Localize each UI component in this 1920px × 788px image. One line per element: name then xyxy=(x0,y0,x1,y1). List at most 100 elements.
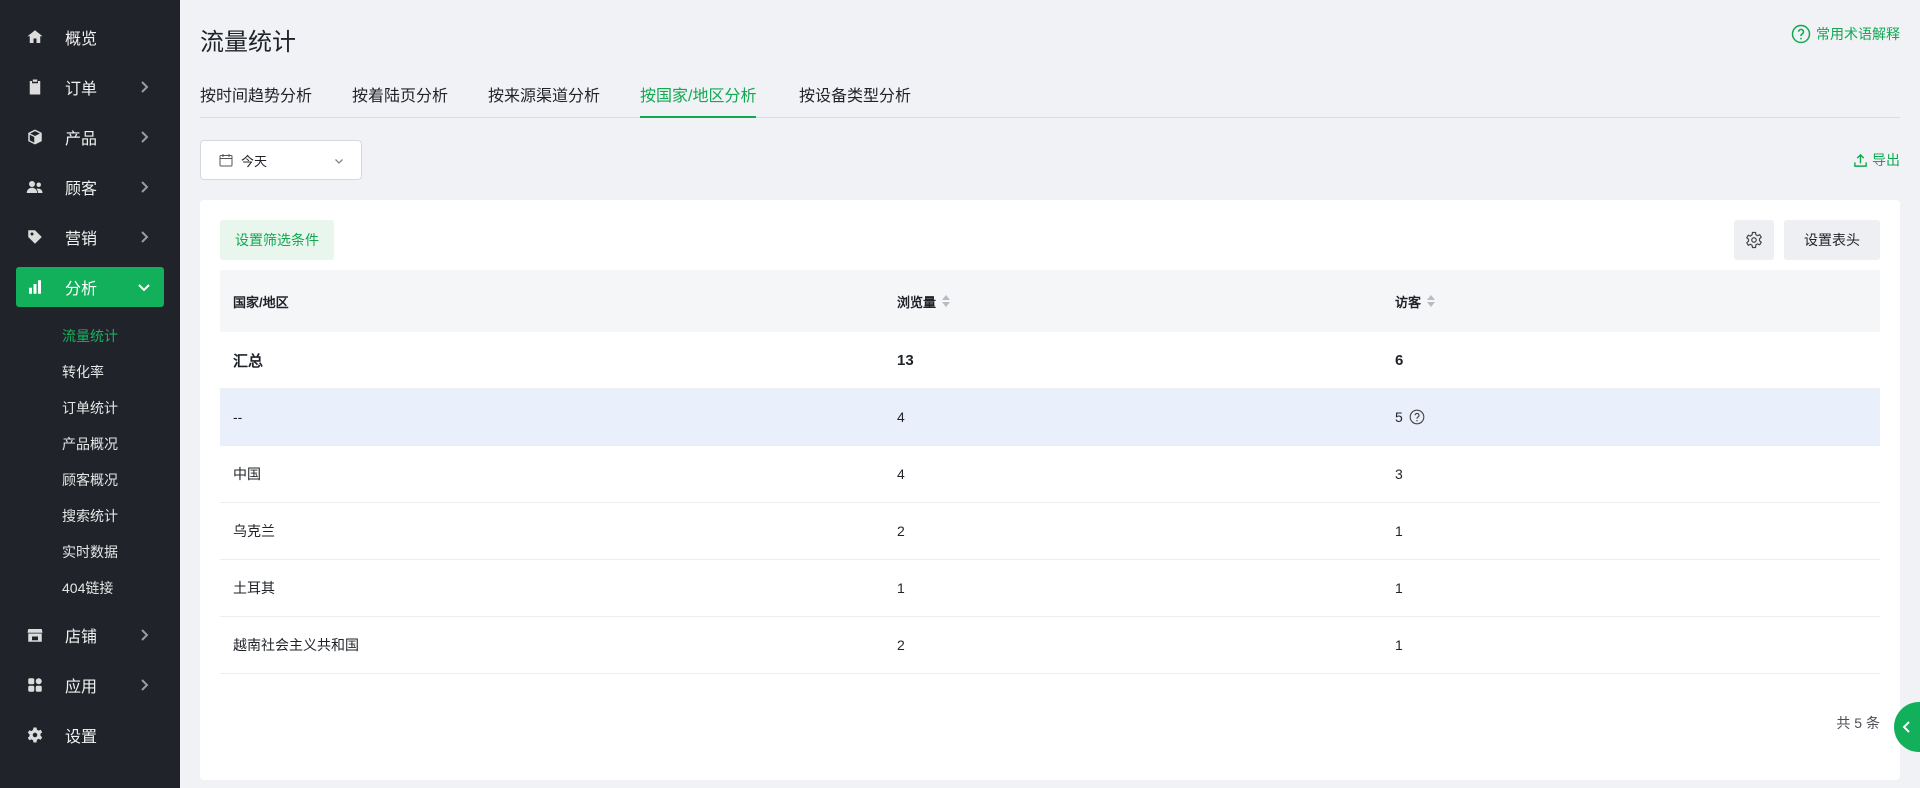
chevron-right-icon xyxy=(136,229,152,245)
table-header: 国家/地区 浏览量 访客 xyxy=(220,270,1880,332)
export-button[interactable]: 导出 xyxy=(1853,150,1900,170)
cell-views: 13 xyxy=(897,351,914,369)
tab-time-trend[interactable]: 按时间趋势分析 xyxy=(200,82,312,118)
chevron-right-icon xyxy=(136,179,152,195)
sidebar-subitem-404-links[interactable]: 404链接 xyxy=(62,578,113,598)
cell-country: 中国 xyxy=(233,466,261,482)
store-icon xyxy=(26,626,44,644)
cell-country: 土耳其 xyxy=(233,580,275,596)
sidebar-item-apps[interactable]: 应用 xyxy=(16,665,164,705)
cell-country: 乌克兰 xyxy=(233,523,275,539)
sidebar-item-orders[interactable]: 订单 xyxy=(16,67,164,107)
main-content: 流量统计 常用术语解释 按时间趋势分析 按着陆页分析 按来源渠道分析 按国家/地… xyxy=(180,0,1920,788)
clipboard-icon xyxy=(26,78,44,96)
sidebar-item-customers[interactable]: 顾客 xyxy=(16,167,164,207)
sort-icon[interactable] xyxy=(942,295,951,307)
chevron-down-icon xyxy=(136,279,152,295)
sidebar-subitem-search-stats[interactable]: 搜索统计 xyxy=(62,506,118,526)
cell-country: -- xyxy=(233,409,243,425)
apps-icon xyxy=(26,676,44,694)
sidebar-item-marketing[interactable]: 营销 xyxy=(16,217,164,257)
sort-icon[interactable] xyxy=(1427,295,1436,307)
date-range-select[interactable]: 今天 xyxy=(200,140,362,180)
table-row: 土耳其 1 1 xyxy=(220,560,1880,617)
tab-device-type[interactable]: 按设备类型分析 xyxy=(799,82,911,118)
sidebar-subitem-product-overview[interactable]: 产品概况 xyxy=(62,434,118,454)
users-icon xyxy=(26,178,44,196)
cell-visitors-value: 5 xyxy=(1395,409,1403,425)
chevron-down-icon xyxy=(335,159,343,164)
sidebar-subitem-customer-overview[interactable]: 顾客概况 xyxy=(62,470,118,490)
cell-views: 1 xyxy=(897,580,905,596)
data-card: 设置筛选条件 设置表头 国家/地区 浏览量 访客 汇总 13 6 -- 4 5 … xyxy=(200,200,1900,780)
cell-country: 越南社会主义共和国 xyxy=(233,637,359,653)
sidebar-item-label: 设置 xyxy=(65,729,98,746)
table-row: -- 4 5 xyxy=(220,389,1880,446)
upload-icon xyxy=(1854,153,1867,167)
cell-views: 4 xyxy=(897,466,905,482)
glossary-link[interactable]: 常用术语解释 xyxy=(1791,24,1900,44)
tag-icon xyxy=(26,228,44,246)
sidebar-item-label: 产品 xyxy=(65,131,98,148)
sidebar-subitem-conversion[interactable]: 转化率 xyxy=(62,362,104,382)
cell-country: 汇总 xyxy=(233,352,264,370)
sidebar-item-settings[interactable]: 设置 xyxy=(16,715,164,755)
gear-icon xyxy=(1746,231,1762,249)
table-row: 中国 4 3 xyxy=(220,446,1880,503)
question-circle-icon xyxy=(1791,24,1811,44)
set-table-header-button[interactable]: 设置表头 xyxy=(1784,220,1880,260)
tab-landing-page[interactable]: 按着陆页分析 xyxy=(352,82,448,118)
cell-visitors: 1 xyxy=(1395,580,1403,596)
set-filter-button[interactable]: 设置筛选条件 xyxy=(220,220,334,260)
export-label: 导出 xyxy=(1872,152,1900,168)
table-row-total: 汇总 13 6 xyxy=(220,332,1880,389)
sidebar-subitem-traffic[interactable]: 流量统计 xyxy=(62,326,118,346)
box-icon xyxy=(26,128,44,146)
sidebar-item-label: 概览 xyxy=(65,31,98,48)
sidebar-item-store[interactable]: 店铺 xyxy=(16,615,164,655)
sidebar-subitem-order-stats[interactable]: 订单统计 xyxy=(62,398,118,418)
chevron-right-icon xyxy=(136,677,152,693)
column-header-visitors-label: 访客 xyxy=(1395,294,1422,310)
cell-views: 4 xyxy=(897,409,905,425)
calendar-icon xyxy=(219,154,233,167)
cell-visitors: 6 xyxy=(1395,351,1404,369)
pagination-total: 共 5 条 xyxy=(1836,715,1880,731)
page-title: 流量统计 xyxy=(200,29,296,56)
sidebar-item-label: 营销 xyxy=(65,231,98,248)
table-settings-button[interactable] xyxy=(1734,220,1774,260)
question-circle-icon[interactable] xyxy=(1409,409,1425,425)
sidebar-item-label: 顾客 xyxy=(65,181,98,198)
sidebar: 概览 订单 产品 顾客 营销 分析 流量统计 转化率 订单统计 产品概况 顾客概… xyxy=(0,0,180,788)
analysis-tabs: 按时间趋势分析 按着陆页分析 按来源渠道分析 按国家/地区分析 按设备类型分析 xyxy=(200,82,1900,118)
sidebar-subitem-realtime[interactable]: 实时数据 xyxy=(62,542,118,562)
cell-views: 2 xyxy=(897,523,905,539)
chevron-right-icon xyxy=(136,627,152,643)
table-row: 乌克兰 2 1 xyxy=(220,503,1880,560)
cell-visitors: 5 xyxy=(1395,389,1425,445)
sidebar-item-analytics[interactable]: 分析 xyxy=(16,267,164,307)
cell-visitors: 1 xyxy=(1395,637,1403,653)
cell-visitors: 3 xyxy=(1395,466,1403,482)
sidebar-item-label: 店铺 xyxy=(65,629,98,646)
cell-views: 2 xyxy=(897,637,905,653)
column-header-views-label: 浏览量 xyxy=(897,294,937,310)
date-range-value: 今天 xyxy=(241,153,268,169)
home-icon xyxy=(26,28,44,46)
sidebar-item-overview[interactable]: 概览 xyxy=(16,17,164,57)
cell-visitors: 1 xyxy=(1395,523,1403,539)
column-header-country: 国家/地区 xyxy=(233,294,289,310)
column-header-visitors[interactable]: 访客 xyxy=(1395,270,1436,332)
table-row: 越南社会主义共和国 2 1 xyxy=(220,617,1880,674)
sidebar-item-products[interactable]: 产品 xyxy=(16,117,164,157)
tab-country-region[interactable]: 按国家/地区分析 xyxy=(640,82,757,118)
tab-source-channel[interactable]: 按来源渠道分析 xyxy=(488,82,600,118)
sidebar-item-label: 订单 xyxy=(65,81,98,98)
column-header-views[interactable]: 浏览量 xyxy=(897,270,951,332)
chevron-right-icon xyxy=(136,129,152,145)
chevron-right-icon xyxy=(136,79,152,95)
sidebar-item-label: 分析 xyxy=(65,281,98,298)
gear-icon xyxy=(26,726,44,744)
sidebar-item-label: 应用 xyxy=(65,679,98,696)
glossary-link-label: 常用术语解释 xyxy=(1816,26,1900,42)
